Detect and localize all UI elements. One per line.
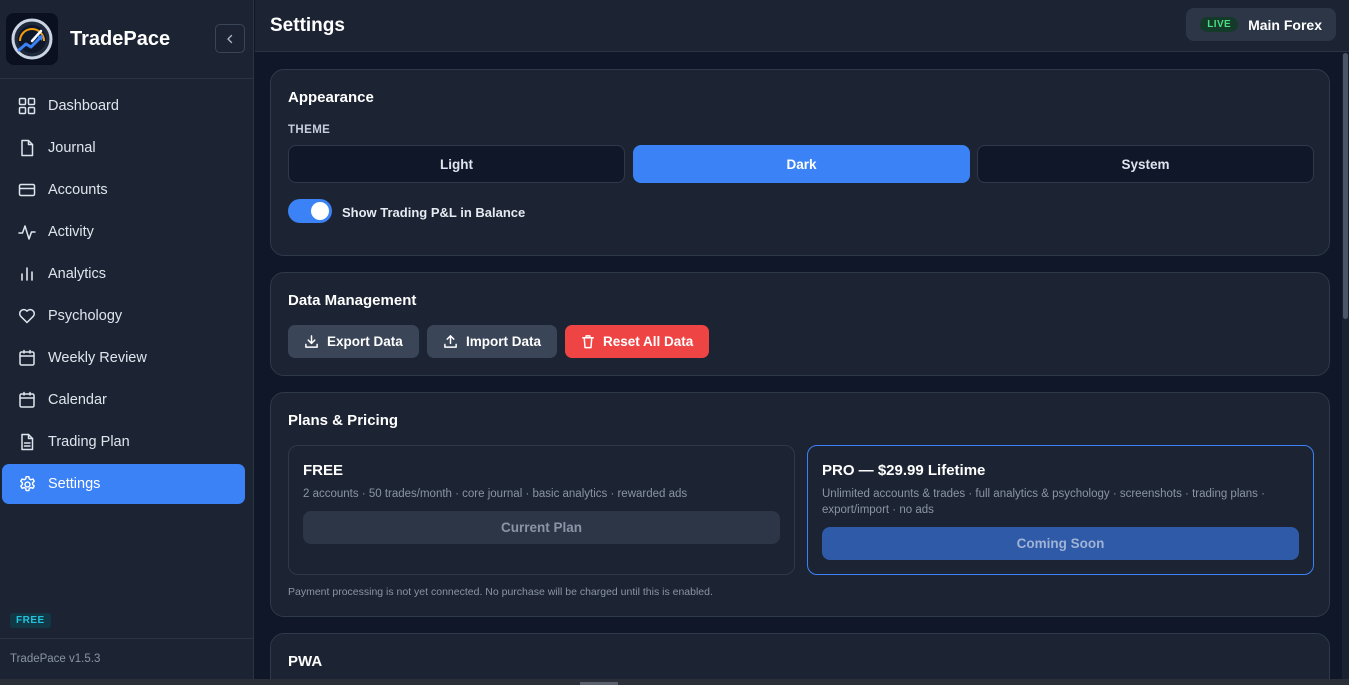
live-status-badge: LIVE [1200,17,1239,32]
pwa-card: PWA [270,633,1330,679]
current-plan-button[interactable]: Current Plan [303,511,780,544]
settings-content: Appearance THEME Light Dark System Show … [255,53,1349,679]
trash-icon [581,334,595,349]
sidebar-item-psychology[interactable]: Psychology [2,296,245,336]
export-data-button[interactable]: Export Data [288,325,419,358]
show-pnl-toggle[interactable] [288,199,332,223]
export-data-label: Export Data [327,334,403,349]
sidebar-item-label: Activity [48,224,94,240]
sidebar-item-label: Psychology [48,308,123,324]
plans-pricing-title: Plans & Pricing [288,412,399,429]
scrollbar-thumb[interactable] [1343,53,1348,319]
collapse-sidebar-button[interactable] [215,24,245,53]
calendar-icon [17,348,37,368]
grid-icon [17,96,37,116]
sidebar-item-label: Calendar [48,392,107,408]
sidebar-item-label: Journal [48,140,96,156]
bar-chart-icon [17,264,37,284]
sidebar-item-label: Trading Plan [48,434,130,450]
bottom-bar [0,679,1349,685]
sidebar: TradePace Dashboard Journal Accounts Act… [0,0,254,685]
main-scrollbar[interactable] [1342,53,1349,679]
upload-icon [443,334,458,349]
chevron-left-icon [227,34,233,43]
account-name: Main Forex [1248,16,1322,33]
free-plan-card: FREE 2 accounts · 50 trades/month · core… [288,445,795,575]
reset-all-data-label: Reset All Data [603,334,694,349]
app-name: TradePace [70,27,171,50]
data-management-card: Data Management Export Data Import Data … [270,272,1330,376]
heart-icon [17,306,37,326]
sidebar-item-label: Weekly Review [48,350,147,366]
pro-plan-description: Unlimited accounts & trades · full analy… [822,488,1265,516]
activity-icon [17,222,37,242]
version-label: TradePace v1.5.3 [0,638,254,685]
file-text-icon [17,432,37,452]
sidebar-item-label: Accounts [48,182,108,198]
show-pnl-label: Show Trading P&L in Balance [342,205,526,220]
credit-card-icon [17,180,37,200]
theme-dark-button[interactable]: Dark [633,145,970,183]
toggle-knob [311,202,329,220]
pro-plan-name: PRO — $29.99 Lifetime [822,462,986,479]
theme-light-button[interactable]: Light [288,145,625,183]
reset-all-data-button[interactable]: Reset All Data [565,325,710,358]
coming-soon-button[interactable]: Coming Soon [822,527,1299,560]
download-icon [304,334,319,349]
pro-plan-card: PRO — $29.99 Lifetime Unlimited accounts… [807,445,1314,575]
tier-badge: FREE [10,613,51,628]
sidebar-item-dashboard[interactable]: Dashboard [2,86,245,126]
sidebar-item-weekly-review[interactable]: Weekly Review [2,338,245,378]
gear-icon [17,474,37,494]
import-data-label: Import Data [466,334,542,349]
sidebar-item-label: Dashboard [48,98,119,114]
theme-label: THEME [288,124,331,136]
brand-header: TradePace [0,0,253,79]
sidebar-item-settings[interactable]: Settings [2,464,245,504]
sidebar-item-label: Analytics [48,266,107,282]
sidebar-item-trading-plan[interactable]: Trading Plan [2,422,245,462]
appearance-card: Appearance THEME Light Dark System Show … [270,69,1330,256]
document-icon [17,138,37,158]
payment-note: Payment processing is not yet connected.… [288,586,713,598]
theme-system-button[interactable]: System [977,145,1314,183]
speedometer-icon [11,18,53,60]
pwa-title: PWA [288,653,323,670]
sidebar-item-journal[interactable]: Journal [2,128,245,168]
sidebar-item-accounts[interactable]: Accounts [2,170,245,210]
sidebar-item-activity[interactable]: Activity [2,212,245,252]
appearance-title: Appearance [288,89,374,106]
calendar-icon [17,390,37,410]
sidebar-nav: Dashboard Journal Accounts Activity Anal… [2,86,245,506]
sidebar-item-calendar[interactable]: Calendar [2,380,245,420]
free-plan-name: FREE [303,462,344,479]
sidebar-item-label: Settings [48,476,101,492]
data-management-title: Data Management [288,292,417,309]
top-header: Settings LIVE Main Forex [255,0,1349,52]
import-data-button[interactable]: Import Data [427,325,558,358]
version-text: TradePace v1.5.3 [10,653,101,665]
plans-pricing-card: Plans & Pricing FREE 2 accounts · 50 tra… [270,392,1330,617]
app-logo [6,13,58,65]
account-selector[interactable]: LIVE Main Forex [1186,8,1336,41]
page-title: Settings [270,15,345,36]
sidebar-item-analytics[interactable]: Analytics [2,254,245,294]
free-plan-description: 2 accounts · 50 trades/month · core jour… [303,488,688,500]
